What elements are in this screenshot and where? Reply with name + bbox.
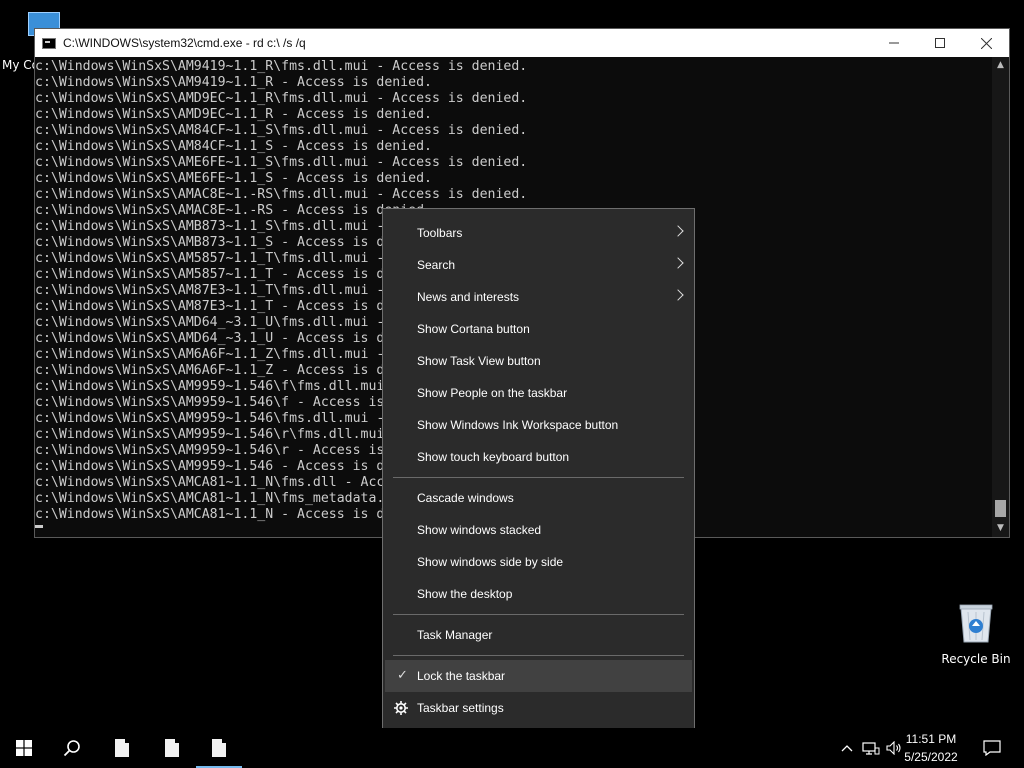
clock-date: 5/25/2022: [904, 750, 958, 764]
minimize-icon: [889, 42, 899, 44]
menu-item-lock-the-taskbar[interactable]: ✓ Lock the taskbar: [385, 660, 692, 692]
windows-logo-icon: [16, 740, 32, 756]
menu-item-label: Task Manager: [417, 628, 493, 642]
network-icon: [862, 742, 880, 755]
console-line: c:\Windows\WinSxS\AM9419~1.1_R - Access …: [35, 75, 432, 90]
window-title: C:\WINDOWS\system32\cmd.exe - rd c:\ /s …: [63, 36, 306, 50]
menu-item-taskbar-settings[interactable]: Taskbar settings: [383, 692, 694, 724]
gear-icon: [393, 700, 409, 716]
menu-item-label: News and interests: [417, 290, 520, 304]
console-cursor: [35, 525, 43, 528]
maximize-icon: [935, 38, 945, 48]
menu-item-show-windows-side-by-side[interactable]: Show windows side by side: [383, 546, 694, 578]
console-line: c:\Windows\WinSxS\AM9419~1.1_R\fms.dll.m…: [35, 59, 528, 74]
console-line: c:\Windows\WinSxS\AMAC8E~1.-RS\fms.dll.m…: [35, 187, 528, 202]
menu-item-show-people-on-the-taskbar[interactable]: Show People on the taskbar: [383, 377, 694, 409]
vertical-scrollbar[interactable]: ▲ ▼: [992, 57, 1009, 537]
taskbar-app-cmd-active[interactable]: [196, 728, 242, 768]
menu-item-label: Search: [417, 258, 456, 272]
menu-item-label: Show Windows Ink Workspace button: [417, 418, 619, 432]
menu-item-label: Taskbar settings: [417, 701, 504, 715]
scroll-up-icon[interactable]: ▲: [992, 57, 1009, 74]
console-line: c:\Windows\WinSxS\AME6FE~1.1_S\fms.dll.m…: [35, 155, 528, 170]
taskbar-clock[interactable]: 11:51 PM 5/25/2022: [896, 730, 966, 766]
minimize-button[interactable]: [871, 29, 917, 57]
maximize-button[interactable]: [917, 29, 963, 57]
chevron-right-icon: [672, 257, 684, 269]
menu-item-label: Show Task View button: [417, 354, 541, 368]
document-icon: [212, 739, 226, 757]
menu-item-label: Show Cortana button: [417, 322, 530, 336]
chevron-up-icon: [841, 745, 853, 752]
menu-item-task-manager[interactable]: Task Manager: [383, 619, 694, 651]
taskbar-context-menu: Toolbars Search News and interests Show Cor…: [382, 208, 695, 742]
menu-separator: [393, 477, 684, 478]
taskbar-app-file-1[interactable]: [98, 728, 146, 768]
menu-separator: [393, 614, 684, 615]
close-button[interactable]: [963, 29, 1009, 57]
menu-separator: [393, 655, 684, 656]
taskbar-app-file-2[interactable]: [148, 728, 196, 768]
taskbar: 11:51 PM 5/25/2022: [0, 728, 1024, 768]
chevron-right-icon: [672, 289, 684, 301]
document-icon: [115, 739, 129, 757]
scroll-down-icon[interactable]: ▼: [992, 520, 1009, 537]
recycle-bin-icon: [958, 602, 994, 644]
menu-item-label: Show the desktop: [417, 587, 513, 601]
menu-item-search[interactable]: Search: [383, 249, 694, 281]
menu-item-show-task-view-button[interactable]: Show Task View button: [383, 345, 694, 377]
menu-item-label: Show windows stacked: [417, 523, 542, 537]
network-button[interactable]: [860, 728, 882, 768]
scrollbar-thumb[interactable]: [995, 500, 1006, 517]
menu-item-show-the-desktop[interactable]: Show the desktop: [383, 578, 694, 610]
menu-item-show-windows-stacked[interactable]: Show windows stacked: [383, 514, 694, 546]
menu-item-cascade-windows[interactable]: Cascade windows: [383, 482, 694, 514]
show-hidden-icons-button[interactable]: [836, 728, 858, 768]
menu-item-label: Lock the taskbar: [417, 669, 506, 683]
desktop-icon-label: Recycle Bin: [941, 652, 1011, 666]
menu-item-show-windows-ink-workspace-button[interactable]: Show Windows Ink Workspace button: [383, 409, 694, 441]
menu-item-label: Show windows side by side: [417, 555, 564, 569]
menu-item-label: Toolbars: [417, 226, 463, 240]
start-button[interactable]: [0, 728, 48, 768]
close-icon: [980, 37, 992, 49]
window-titlebar[interactable]: C:\WINDOWS\system32\cmd.exe - rd c:\ /s …: [35, 29, 1009, 57]
menu-item-news-and-interests[interactable]: News and interests: [383, 281, 694, 313]
console-line: c:\Windows\WinSxS\AM84CF~1.1_S - Access …: [35, 139, 432, 154]
cmd-app-icon[interactable]: [42, 37, 56, 49]
console-line: c:\Windows\WinSxS\AMD9EC~1.1_R - Access …: [35, 107, 432, 122]
console-line: c:\Windows\WinSxS\AME6FE~1.1_S - Access …: [35, 171, 432, 186]
menu-item-show-touch-keyboard-button[interactable]: Show touch keyboard button: [383, 441, 694, 473]
menu-item-toolbars[interactable]: Toolbars: [383, 217, 694, 249]
clock-time: 11:51 PM: [905, 732, 957, 746]
menu-item-label: Show People on the taskbar: [417, 386, 568, 400]
menu-item-label: Show touch keyboard button: [417, 450, 570, 464]
notification-icon: [983, 740, 1001, 756]
desktop-icon-recycle-bin[interactable]: Recycle Bin: [940, 600, 1012, 666]
action-center-button[interactable]: [980, 728, 1004, 768]
chevron-right-icon: [672, 225, 684, 237]
console-line: c:\Windows\WinSxS\AMD9EC~1.1_R\fms.dll.m…: [35, 91, 528, 106]
checkmark-icon: ✓: [397, 667, 408, 682]
console-line: c:\Windows\WinSxS\AM84CF~1.1_S\fms.dll.m…: [35, 123, 528, 138]
document-icon: [165, 739, 179, 757]
menu-item-label: Cascade windows: [417, 491, 514, 505]
search-icon: [63, 740, 80, 757]
search-button[interactable]: [48, 728, 96, 768]
menu-item-show-cortana-button[interactable]: Show Cortana button: [383, 313, 694, 345]
